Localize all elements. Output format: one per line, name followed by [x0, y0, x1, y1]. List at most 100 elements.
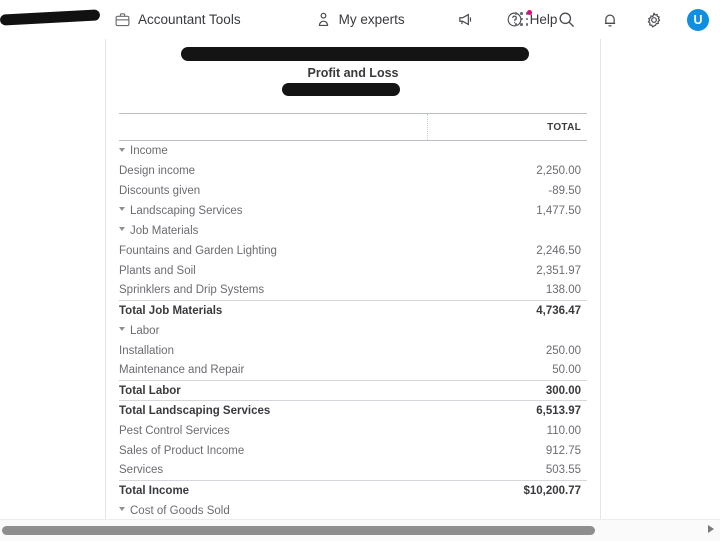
row-label: Installation [119, 344, 174, 357]
grid-apps-button[interactable] [500, 0, 544, 39]
scrollbar-track[interactable] [0, 524, 700, 535]
row-label: Fountains and Garden Lighting [119, 244, 277, 257]
table-row[interactable]: Job Materials [119, 221, 587, 241]
row-label-cell: Cost of Goods Sold [119, 501, 427, 520]
table-row[interactable]: Design income 2,250.00 [119, 161, 587, 181]
table-row[interactable]: Maintenance and Repair 50.00 [119, 361, 587, 381]
notifications-button[interactable] [588, 0, 632, 39]
row-label: Sales of Product Income [119, 444, 245, 457]
report-header: Profit and Loss January [119, 39, 587, 99]
row-label: Total Labor [119, 384, 181, 397]
row-label: Design income [119, 164, 196, 177]
report-title: Profit and Loss [307, 66, 399, 80]
row-label-cell: Job Materials [119, 221, 427, 241]
table-row[interactable]: Cost of Goods Sold [119, 501, 587, 520]
table-row[interactable]: Services 503.55 [119, 461, 587, 481]
row-label: Labor [130, 324, 160, 337]
row-label-cell: Discounts given [119, 181, 427, 201]
table-row[interactable]: Sales of Product Income 912.75 [119, 441, 587, 461]
row-label: Services [119, 464, 164, 477]
table-header-row: TOTAL [119, 113, 587, 141]
row-total-cell[interactable] [427, 501, 587, 520]
nav-accountant-tools[interactable]: Accountant Tools [114, 0, 241, 39]
table-row[interactable]: Landscaping Services 1,477.50 [119, 201, 587, 221]
row-label-cell: Income [119, 141, 427, 161]
app-logo[interactable] [0, 0, 105, 39]
settings-button[interactable] [632, 0, 676, 39]
chevron-down-icon[interactable] [119, 147, 125, 152]
report-panel: Profit and Loss January TOTAL Inc [105, 39, 601, 519]
chevron-down-icon[interactable] [119, 507, 125, 512]
report-period-redaction-bar [282, 83, 400, 96]
column-header-total: TOTAL [426, 113, 587, 141]
nav-my-experts[interactable]: My experts [315, 0, 405, 39]
megaphone-icon [457, 11, 474, 28]
briefcase-icon [114, 11, 131, 28]
horizontal-scrollbar[interactable] [0, 519, 720, 541]
table-row[interactable]: Labor [119, 321, 587, 341]
row-total-cell[interactable]: 2,250.00 [427, 161, 587, 181]
row-label: Cost of Goods Sold [130, 504, 230, 517]
row-label: Total Income [119, 484, 190, 497]
nav-announcements[interactable] [457, 0, 474, 39]
page-content-area: Profit and Loss January TOTAL Inc [0, 39, 720, 519]
table-row[interactable]: Plants and Soil 2,351.97 [119, 261, 587, 281]
avatar: U [687, 8, 709, 31]
table-row[interactable]: Income [119, 141, 587, 161]
grid-apps-icon [514, 10, 532, 27]
row-label: Sprinklers and Drip Systems [119, 284, 265, 297]
row-total-cell[interactable]: 912.75 [427, 441, 587, 461]
search-button[interactable] [544, 0, 588, 39]
row-label-cell: Total Landscaping Services [119, 401, 427, 421]
row-label: Maintenance and Repair [119, 364, 245, 377]
row-label-cell: Total Income [119, 480, 427, 501]
row-label-cell: Total Labor [119, 380, 427, 401]
table-row[interactable]: Total Job Materials 4,736.47 [119, 300, 587, 321]
chevron-down-icon[interactable] [119, 207, 125, 212]
table-row[interactable]: Pest Control Services 110.00 [119, 421, 587, 441]
chevron-down-icon[interactable] [119, 327, 125, 332]
row-label-cell: Labor [119, 321, 427, 341]
row-label-cell: Fountains and Garden Lighting [119, 241, 427, 261]
table-row[interactable]: Total Landscaping Services 6,513.97 [119, 401, 587, 421]
table-row[interactable]: Total Income $10,200.77 [119, 480, 587, 501]
person-icon [315, 11, 332, 28]
row-total-cell[interactable]: 2,351.97 [427, 261, 587, 281]
row-total-cell[interactable] [427, 141, 587, 161]
row-total-cell[interactable]: 4,736.47 [427, 300, 587, 321]
logo-redaction-bar [0, 9, 101, 26]
table-row[interactable]: Sprinklers and Drip Systems 138.00 [119, 281, 587, 301]
user-avatar-button[interactable]: U [676, 0, 720, 39]
row-label: Discounts given [119, 184, 201, 197]
row-total-cell[interactable]: 503.55 [427, 461, 587, 481]
row-total-cell[interactable]: 6,513.97 [427, 401, 587, 421]
table-body: Income Design income 2,250.00 Discounts giv… [119, 141, 587, 520]
table-row[interactable]: Discounts given -89.50 [119, 181, 587, 201]
row-total-cell[interactable]: 2,246.50 [427, 241, 587, 261]
nav-my-experts-label: My experts [338, 12, 405, 27]
row-total-cell[interactable]: 50.00 [427, 361, 587, 381]
table-row[interactable]: Fountains and Garden Lighting 2,246.50 [119, 241, 587, 261]
row-total-cell[interactable]: 1,477.50 [427, 201, 587, 221]
row-label-cell: Installation [119, 341, 427, 361]
chevron-down-icon[interactable] [119, 227, 125, 232]
profit-and-loss-table: TOTAL Income Design income 2,250.00 Discoun… [119, 113, 587, 519]
table-row[interactable]: Total Labor 300.00 [119, 380, 587, 401]
row-label-cell: Plants and Soil [119, 261, 427, 281]
scrollbar-thumb[interactable] [2, 526, 595, 535]
row-total-cell[interactable]: 138.00 [427, 281, 587, 301]
row-total-cell[interactable]: 250.00 [427, 341, 587, 361]
company-name [119, 43, 587, 61]
row-label-cell: Sales of Product Income [119, 441, 427, 461]
row-total-cell[interactable] [427, 321, 587, 341]
scroll-right-arrow[interactable] [708, 525, 714, 533]
row-total-cell[interactable]: 110.00 [427, 421, 587, 441]
table-row[interactable]: Installation 250.00 [119, 341, 587, 361]
row-total-cell[interactable]: 300.00 [427, 380, 587, 401]
row-total-cell[interactable] [427, 221, 587, 241]
column-header-name [119, 113, 427, 141]
row-label-cell: Maintenance and Repair [119, 361, 427, 381]
row-total-cell[interactable]: $10,200.77 [427, 480, 587, 501]
row-total-cell[interactable]: -89.50 [427, 181, 587, 201]
nav-accountant-tools-label: Accountant Tools [138, 12, 241, 27]
